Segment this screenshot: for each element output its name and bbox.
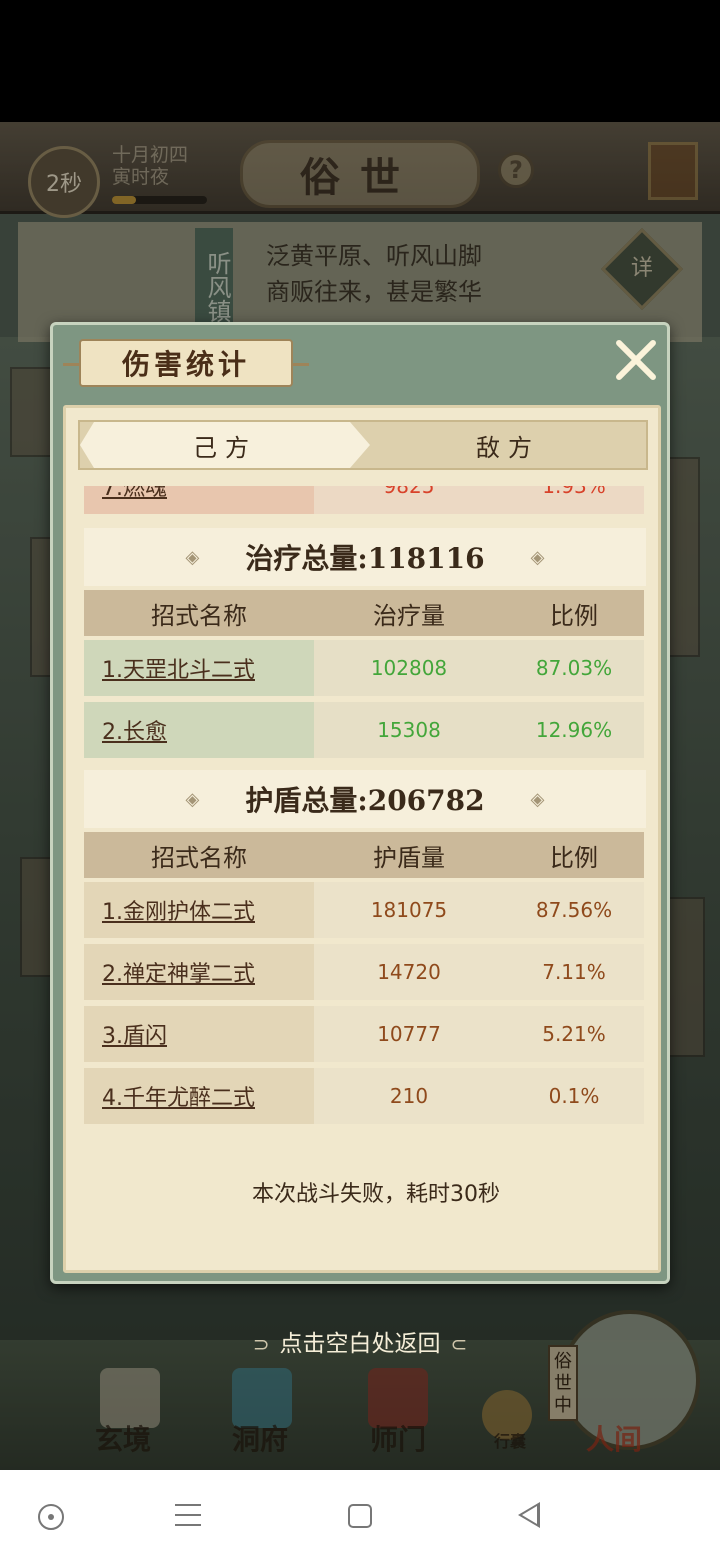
- swirl-icon: ⊂: [450, 1332, 468, 1356]
- col-amount: 治疗量: [373, 601, 445, 630]
- close-icon[interactable]: [613, 337, 659, 383]
- battle-result: 本次战斗失败，耗时30秒: [252, 1182, 500, 1207]
- system-nav-bar: [0, 1470, 720, 1560]
- heal-column-header: 招式名称 治疗量 比例: [84, 590, 644, 636]
- tap-to-return-label: 点击空白处返回: [279, 1331, 441, 1357]
- heal-row[interactable]: 2.长愈 15308 12.96%: [84, 702, 644, 758]
- shield-column-header: 招式名称 护盾量 比例: [84, 832, 644, 878]
- shield-row[interactable]: 1.金刚护体二式 181075 87.56%: [84, 882, 644, 938]
- skill-value: 14720: [377, 960, 441, 984]
- diamond-icon: ◈: [530, 788, 545, 810]
- tab-own[interactable]: 己方: [80, 422, 370, 468]
- skill-percent: 5.21%: [542, 1022, 606, 1046]
- home-icon[interactable]: [38, 1504, 64, 1530]
- skill-value: 210: [389, 1084, 429, 1108]
- skill-percent: 1.93%: [542, 486, 606, 498]
- skill-percent: 7.11%: [542, 960, 606, 984]
- swirl-icon: ⊃: [252, 1332, 270, 1356]
- heal-total-header: ◈ 治疗总量:118116 ◈: [84, 528, 646, 586]
- back-icon[interactable]: [518, 1502, 540, 1528]
- col-ratio: 比例: [550, 843, 598, 872]
- diamond-icon: ◈: [185, 546, 200, 568]
- skill-name[interactable]: 3.盾闪: [84, 1006, 314, 1062]
- shield-total-header: ◈ 护盾总量:206782 ◈: [84, 770, 646, 828]
- heal-total: 治疗总量:118116: [245, 542, 485, 575]
- skill-name[interactable]: 4.千年尤醉二式: [84, 1068, 314, 1124]
- skill-name[interactable]: 1.天罡北斗二式: [84, 640, 314, 696]
- skill-value: 15308: [377, 718, 441, 742]
- skill-percent: 87.56%: [535, 898, 613, 922]
- col-skill: 招式名称: [151, 601, 247, 630]
- heal-row[interactable]: 1.天罡北斗二式 102808 87.03%: [84, 640, 644, 696]
- tab-enemy[interactable]: 敌方: [368, 422, 648, 468]
- skill-value: 10777: [377, 1022, 441, 1046]
- stats-scroll-list[interactable]: 7.燃魂 9825 1.93% ◈ 治疗总量:118116 ◈ 招式名称 治疗量…: [84, 486, 646, 1140]
- skill-name[interactable]: 2.长愈: [84, 702, 314, 758]
- dialog-paper: 己方 敌方 7.燃魂 9825 1.93% ◈ 治疗总量:118116 ◈ 招式…: [63, 405, 661, 1273]
- tap-to-return-hint[interactable]: ⊃ 点击空白处返回 ⊂: [0, 1324, 720, 1358]
- skill-value: 9825: [383, 486, 435, 498]
- shield-row[interactable]: 4.千年尤醉二式 210 0.1%: [84, 1068, 644, 1124]
- skill-percent: 0.1%: [548, 1084, 600, 1108]
- skill-value: 102808: [370, 656, 448, 680]
- col-skill: 招式名称: [151, 843, 247, 872]
- dialog-title: 伤害统计: [63, 339, 309, 387]
- diamond-icon: ◈: [185, 788, 200, 810]
- skill-name[interactable]: 1.金刚护体二式: [84, 882, 314, 938]
- col-amount: 护盾量: [373, 843, 445, 872]
- col-ratio: 比例: [550, 601, 598, 630]
- recents-icon[interactable]: [348, 1504, 372, 1528]
- damage-row[interactable]: 7.燃魂 9825 1.93%: [84, 486, 644, 514]
- skill-percent: 87.03%: [535, 656, 613, 680]
- shield-row[interactable]: 3.盾闪 10777 5.21%: [84, 1006, 644, 1062]
- skill-name[interactable]: 7.燃魂: [84, 486, 314, 514]
- menu-icon[interactable]: [175, 1504, 201, 1526]
- skill-name[interactable]: 2.禅定神掌二式: [84, 944, 314, 1000]
- side-tabs: 己方 敌方: [78, 420, 648, 470]
- skill-percent: 12.96%: [535, 718, 613, 742]
- skill-value: 181075: [370, 898, 448, 922]
- diamond-icon: ◈: [530, 546, 545, 568]
- shield-total: 护盾总量:206782: [245, 784, 485, 817]
- shield-row[interactable]: 2.禅定神掌二式 14720 7.11%: [84, 944, 644, 1000]
- damage-stats-dialog: 伤害统计 己方 敌方 7.燃魂 9825 1.93% ◈ 治疗总量:118116…: [50, 322, 670, 1284]
